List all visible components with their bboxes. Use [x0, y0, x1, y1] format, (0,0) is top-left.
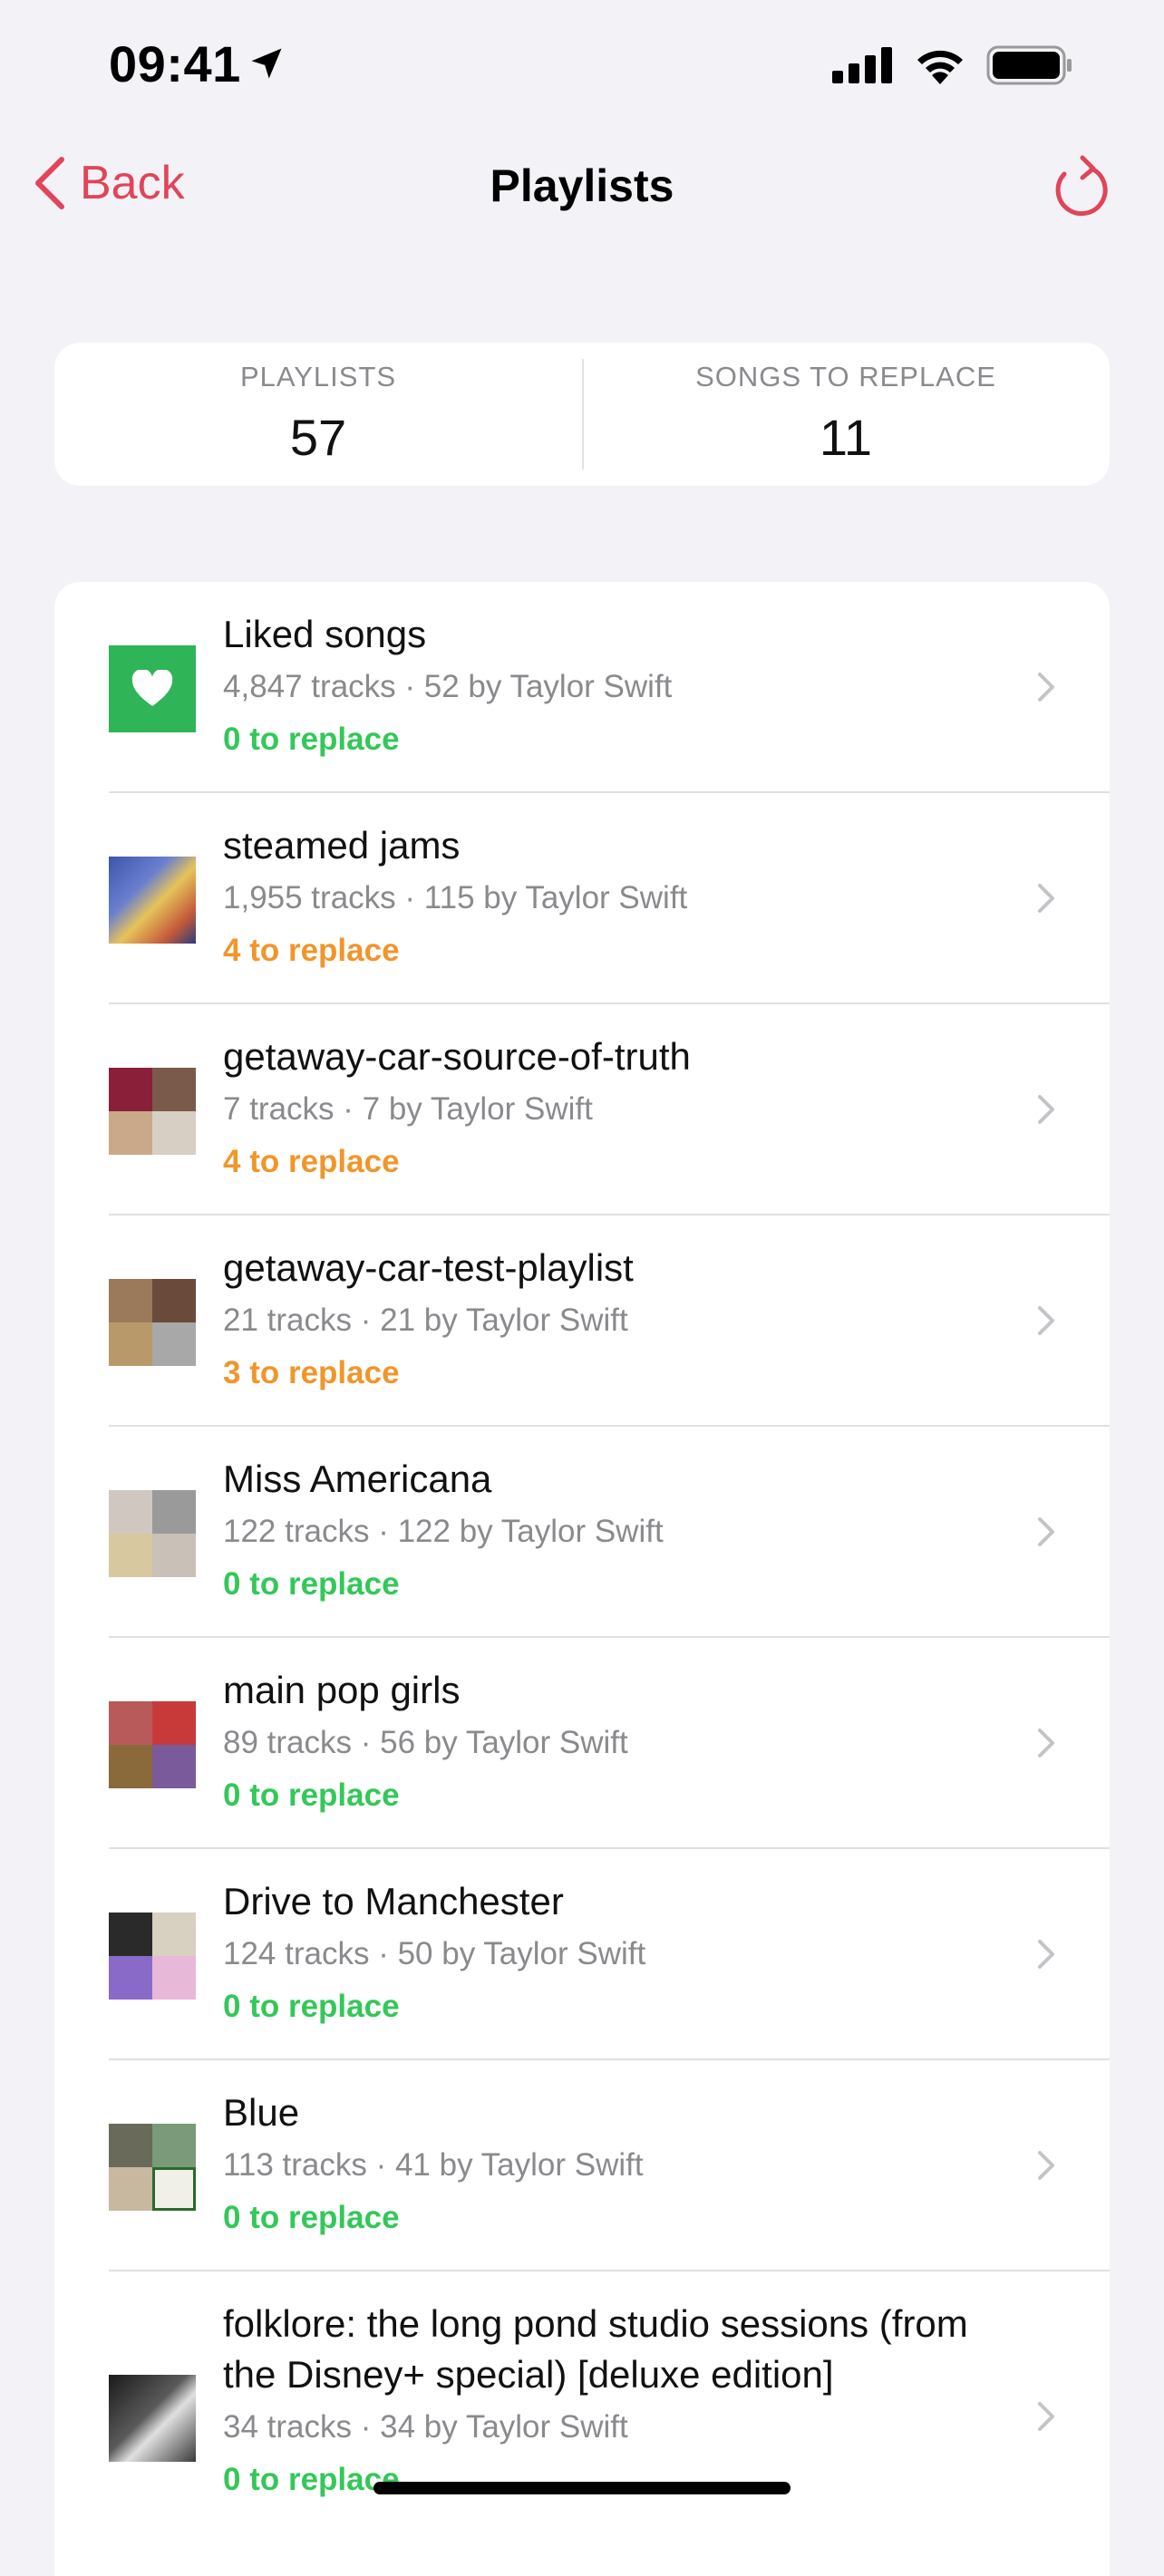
playlist-row[interactable]: getaway-car-source-of-truth 7 tracks · 7…	[54, 1004, 1110, 1215]
replace-count: 0 to replace	[223, 1777, 400, 1813]
replace-count: 0 to replace	[223, 1989, 400, 2024]
playlist-row[interactable]: steamed jams 1,955 tracks · 115 by Taylo…	[54, 793, 1110, 1004]
playlist-row[interactable]: Blue 113 tracks · 41 by Taylor Swift 0 t…	[54, 2060, 1110, 2271]
playlist-row[interactable]: Drive to Manchester 124 tracks · 50 by T…	[54, 1849, 1110, 2060]
playlist-row[interactable]: folklore: the long pond studio sessions …	[54, 2271, 1110, 2543]
chevron-right-icon	[1038, 2151, 1054, 2180]
playlist-artwork	[109, 1701, 196, 1788]
playlist-row[interactable]: Miss Americana 122 tracks · 122 by Taylo…	[54, 1427, 1110, 1638]
status-time: 09:41	[109, 35, 241, 92]
playlist-artwork	[109, 1279, 196, 1366]
playlist-meta: 113 tracks · 41 by Taylor Swift	[223, 2147, 644, 2183]
chevron-right-icon	[1038, 1940, 1054, 1969]
playlist-row[interactable]: Liked songs 4,847 tracks · 52 by Taylor …	[54, 582, 1110, 793]
replace-count: 4 to replace	[223, 1144, 400, 1179]
playlists-stat: PLAYLISTS 57	[54, 343, 582, 486]
replace-count: 0 to replace	[223, 2462, 400, 2497]
navigation-bar: Back Playlists	[0, 145, 1164, 245]
playlist-name: Blue	[223, 2091, 300, 2134]
wifi-icon	[917, 50, 963, 84]
battery-icon	[986, 45, 1072, 85]
playlists-stat-label: PLAYLISTS	[239, 361, 397, 392]
playlist-name: getaway-car-source-of-truth	[223, 1035, 691, 1078]
playlist-artwork	[109, 1913, 196, 2000]
chevron-right-icon	[1038, 884, 1054, 913]
playlist-meta: 89 tracks · 56 by Taylor Swift	[223, 1725, 628, 1760]
playlist-row[interactable]: getaway-car-test-playlist 21 tracks · 21…	[54, 1215, 1110, 1427]
chevron-right-icon	[1038, 1517, 1054, 1546]
playlist-name: Miss Americana	[223, 1457, 492, 1500]
playlist-meta: 21 tracks · 21 by Taylor Swift	[223, 1303, 628, 1338]
playlist-meta: 124 tracks · 50 by Taylor Swift	[223, 1936, 646, 1971]
chevron-right-icon	[1038, 1095, 1054, 1124]
playlist-name: Drive to Manchester	[223, 1880, 564, 1922]
page-title: Playlists	[490, 160, 674, 211]
playlist-artwork	[109, 2124, 196, 2211]
chevron-right-icon	[1038, 1306, 1054, 1335]
playlist-meta: 122 tracks · 122 by Taylor Swift	[223, 1514, 664, 1549]
replace-count: 4 to replace	[223, 933, 400, 968]
playlist-row[interactable]: main pop girls 89 tracks · 56 by Taylor …	[54, 1638, 1110, 1849]
refresh-icon[interactable]	[1052, 152, 1113, 221]
playlist-artwork	[109, 1490, 196, 1577]
playlist-meta: 7 tracks · 7 by Taylor Swift	[223, 1091, 593, 1127]
playlist-artwork	[109, 2375, 196, 2462]
replace-count: 0 to replace	[223, 2200, 400, 2235]
replace-count: 0 to replace	[223, 721, 400, 757]
playlist-name: steamed jams	[223, 824, 461, 867]
playlist-meta: 4,847 tracks · 52 by Taylor Swift	[223, 669, 673, 704]
playlist-artwork	[109, 1068, 196, 1155]
playlist-name: folklore: the long pond studio sessions …	[223, 2302, 968, 2396]
chevron-right-icon	[1038, 2402, 1054, 2431]
songs-to-replace-stat: SONGS TO REPLACE 11	[582, 343, 1110, 486]
home-indicator[interactable]	[373, 2482, 791, 2494]
playlist-name: Liked songs	[223, 613, 427, 655]
playlist-meta: 1,955 tracks · 115 by Taylor Swift	[223, 880, 688, 915]
songs-to-replace-value: 11	[819, 409, 873, 466]
playlist-artwork	[109, 857, 196, 944]
replace-count: 3 to replace	[223, 1355, 400, 1390]
cellular-signal-icon	[832, 47, 892, 83]
replace-count: 0 to replace	[223, 1566, 400, 1602]
status-bar: 09:41	[0, 0, 1164, 136]
heart-icon	[131, 670, 173, 706]
chevron-right-icon	[1038, 1729, 1054, 1758]
songs-to-replace-label: SONGS TO REPLACE	[695, 361, 996, 392]
playlists-stat-value: 57	[289, 409, 347, 466]
playlist-name: main pop girls	[223, 1669, 461, 1711]
chevron-right-icon	[1038, 673, 1054, 702]
stats-card: PLAYLISTS 57 SONGS TO REPLACE 11	[54, 343, 1110, 486]
liked-songs-artwork	[109, 645, 196, 732]
playlist-name: getaway-car-test-playlist	[223, 1246, 634, 1289]
playlist-meta: 34 tracks · 34 by Taylor Swift	[223, 2409, 628, 2445]
playlist-list: Liked songs 4,847 tracks · 52 by Taylor …	[54, 582, 1110, 2576]
location-arrow-icon	[251, 48, 282, 79]
